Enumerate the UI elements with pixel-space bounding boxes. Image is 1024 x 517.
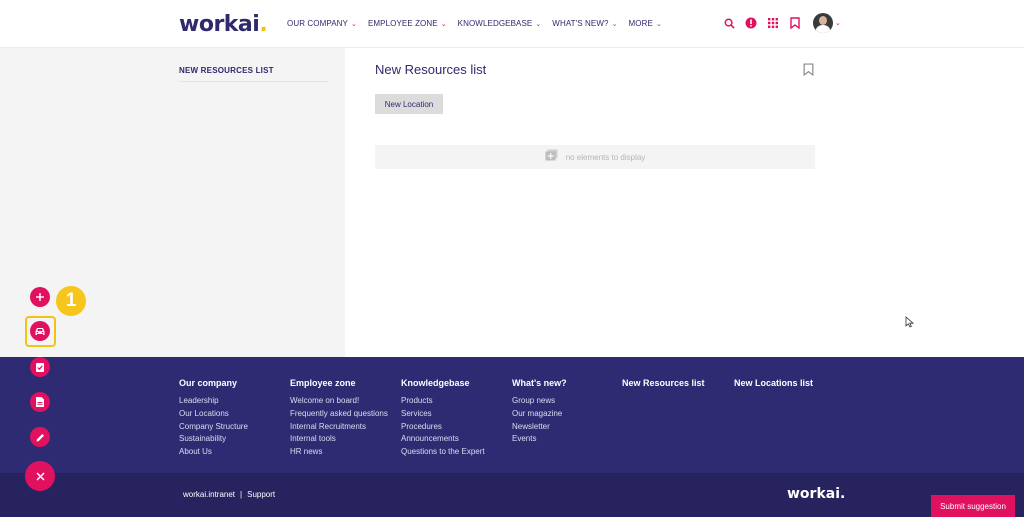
footer-logo: workai. xyxy=(787,486,846,502)
footer-heading[interactable]: Our company xyxy=(179,378,248,388)
checklist-icon xyxy=(36,362,44,372)
empty-list-text: no elements to display xyxy=(565,152,646,162)
footer-link[interactable]: Our Locations xyxy=(179,408,248,421)
footer-link[interactable]: Our magazine xyxy=(512,408,567,421)
footer-heading[interactable]: Knowledgebase xyxy=(401,378,485,388)
footer-link[interactable]: Welcome on board! xyxy=(290,395,388,408)
car-icon xyxy=(35,327,45,335)
footer-heading[interactable]: New Resources list xyxy=(622,378,705,388)
footer-link[interactable]: Services xyxy=(401,408,485,421)
main-nav: OUR COMPANY ⌄ EMPLOYEE ZONE ⌄ KNOWLEDGEBAS… xyxy=(287,19,662,28)
page-title: New Resources list xyxy=(375,62,487,77)
step-number-badge: 1 xyxy=(56,286,86,316)
document-fab-button[interactable] xyxy=(30,392,50,412)
edit-fab-button[interactable] xyxy=(30,427,50,447)
footer-link[interactable]: Group news xyxy=(512,395,567,408)
close-fab-button[interactable] xyxy=(25,461,55,491)
nav-our-company[interactable]: OUR COMPANY ⌄ xyxy=(287,19,357,28)
user-avatar[interactable] xyxy=(813,13,833,33)
footer-link[interactable]: Questions to the Expert xyxy=(401,446,485,459)
footer-link[interactable]: Procedures xyxy=(401,421,485,434)
footer-column-new-locations: New Locations list xyxy=(734,378,813,395)
footer-column-new-resources: New Resources list xyxy=(622,378,705,395)
mouse-cursor-icon xyxy=(905,315,915,333)
footer-column-knowledgebase: Knowledgebase Products Services Procedur… xyxy=(401,378,485,459)
footer-column-employee-zone: Employee zone Welcome on board! Frequent… xyxy=(290,378,388,459)
footer-link[interactable]: Company Structure xyxy=(179,421,248,434)
alert-icon[interactable] xyxy=(744,16,758,30)
close-icon xyxy=(35,471,45,481)
nav-knowledgebase[interactable]: KNOWLEDGEBASE ⌄ xyxy=(458,19,542,28)
nav-more[interactable]: MORE ⌄ xyxy=(629,19,662,28)
footer-link[interactable]: Events xyxy=(512,433,567,446)
header-actions: ⌄ xyxy=(722,13,841,33)
apps-grid-icon[interactable] xyxy=(766,16,780,30)
footer-link[interactable]: Internal Recruitments xyxy=(290,421,388,434)
chevron-down-icon: ⌄ xyxy=(611,20,618,28)
pencil-icon xyxy=(36,433,44,441)
footer-link[interactable]: Frequently asked questions xyxy=(290,408,388,421)
footer-link[interactable]: HR news xyxy=(290,446,388,459)
nav-whats-new[interactable]: WHAT'S NEW? ⌄ xyxy=(552,19,617,28)
support-link[interactable]: Support xyxy=(247,490,275,499)
footer-bottom-bar xyxy=(0,473,1024,517)
footer-link[interactable]: Announcements xyxy=(401,433,485,446)
empty-list-placeholder: no elements to display xyxy=(375,145,815,169)
link-separator: | xyxy=(240,490,243,499)
chevron-down-icon: ⌄ xyxy=(440,20,447,28)
intranet-link[interactable]: workai.intranet xyxy=(183,490,235,499)
submit-suggestion-button[interactable]: Submit suggestion xyxy=(931,495,1015,517)
add-to-list-icon xyxy=(545,148,558,166)
search-icon[interactable] xyxy=(722,16,736,30)
footer-link[interactable]: Sustainability xyxy=(179,433,248,446)
footer-column-whats-new: What's new? Group news Our magazine News… xyxy=(512,378,567,446)
task-fab-button[interactable] xyxy=(30,357,50,377)
footer-heading[interactable]: What's new? xyxy=(512,378,567,388)
sidebar-title[interactable]: NEW RESOURCES LIST xyxy=(179,66,274,75)
bookmark-icon[interactable] xyxy=(803,63,814,81)
car-resource-fab-button[interactable] xyxy=(30,321,50,341)
footer-link[interactable]: Internal tools xyxy=(290,433,388,446)
footer-link[interactable]: Newsletter xyxy=(512,421,567,434)
workai-logo[interactable]: workai. xyxy=(179,12,268,37)
chevron-down-icon: ⌄ xyxy=(350,20,357,28)
footer-link[interactable]: Leadership xyxy=(179,395,248,408)
footer-link[interactable]: Products xyxy=(401,395,485,408)
footer-link[interactable]: About Us xyxy=(179,446,248,459)
chevron-down-icon: ⌄ xyxy=(655,20,662,28)
nav-employee-zone[interactable]: EMPLOYEE ZONE ⌄ xyxy=(368,19,447,28)
sidebar-panel xyxy=(0,48,345,357)
bookmark-icon[interactable] xyxy=(788,16,802,30)
sidebar-divider xyxy=(179,81,328,82)
footer-heading[interactable]: New Locations list xyxy=(734,378,813,388)
new-location-button[interactable]: New Location xyxy=(375,94,443,114)
footer-column-our-company: Our company Leadership Our Locations Com… xyxy=(179,378,248,459)
footer-heading[interactable]: Employee zone xyxy=(290,378,388,388)
footer-bottom-links: workai.intranet | Support xyxy=(183,490,275,499)
chevron-down-icon[interactable]: ⌄ xyxy=(835,19,841,27)
document-icon xyxy=(36,397,44,407)
chevron-down-icon: ⌄ xyxy=(535,20,542,28)
top-header: workai. OUR COMPANY ⌄ EMPLOYEE ZONE ⌄ KNOW… xyxy=(0,0,1024,48)
plus-icon xyxy=(36,293,44,301)
add-fab-button[interactable] xyxy=(30,287,50,307)
